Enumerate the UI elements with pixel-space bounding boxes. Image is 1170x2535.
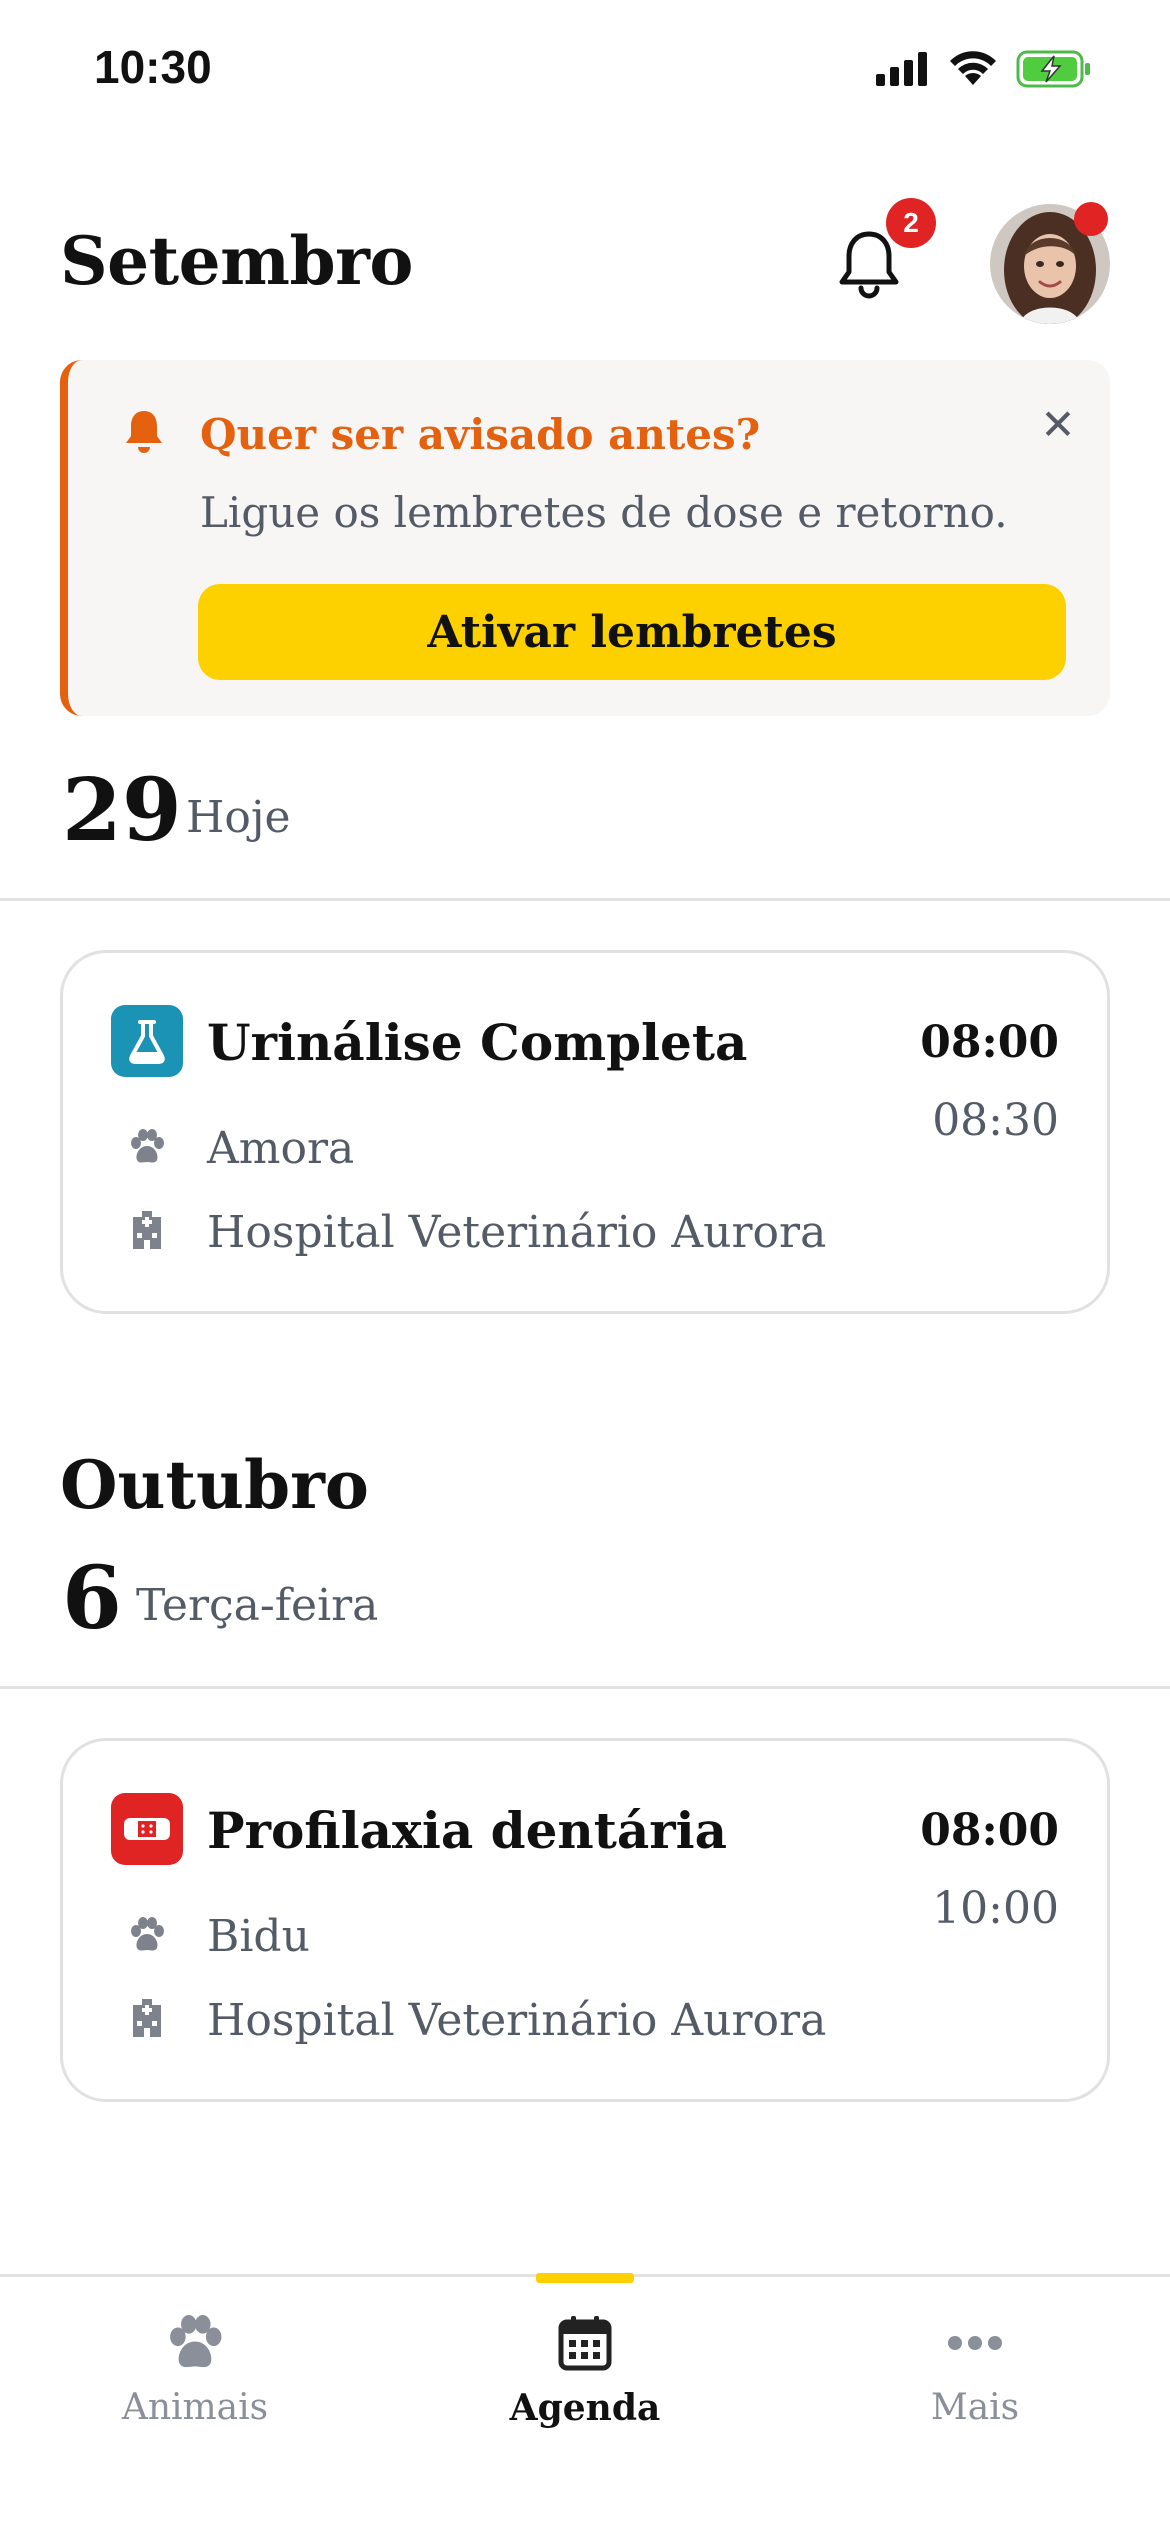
tab-label: Mais — [930, 2387, 1020, 2428]
event-place: Hospital Veterinário Aurora — [207, 1995, 827, 2046]
wifi-icon — [950, 51, 996, 85]
event-title: Profilaxia dentária — [207, 1801, 727, 1860]
tab-label: Animais — [121, 2387, 269, 2428]
flask-icon — [111, 1005, 183, 1077]
event-pet: Amora — [207, 1123, 355, 1174]
avatar-status-dot — [1074, 202, 1108, 236]
event-start-time: 08:00 — [920, 1017, 1059, 1068]
battery-charging-icon — [1016, 50, 1090, 88]
bell-icon — [122, 408, 166, 456]
paw-icon — [127, 1127, 167, 1167]
event-card[interactable]: Urinálise Completa 08:00 08:30 Amora Hos… — [60, 950, 1110, 1314]
tab-label: Agenda — [509, 2387, 661, 2429]
notification-badge: 2 — [886, 198, 936, 248]
day-label: Hoje — [186, 792, 291, 843]
tab-mais[interactable]: Mais — [780, 2277, 1170, 2477]
reminder-banner: Quer ser avisado antes? Ligue os lembret… — [60, 360, 1110, 716]
event-title: Urinálise Completa — [207, 1013, 748, 1072]
calendar-icon — [553, 2311, 617, 2375]
tab-agenda[interactable]: Agenda — [390, 2273, 780, 2477]
activate-reminders-button[interactable]: Ativar lembretes — [198, 584, 1066, 680]
event-end-time: 08:30 — [932, 1095, 1059, 1146]
close-icon[interactable]: ✕ — [1036, 400, 1080, 449]
paw-icon — [163, 2311, 227, 2375]
paw-icon — [127, 1915, 167, 1955]
event-start-time: 08:00 — [920, 1805, 1059, 1856]
bandage-icon — [111, 1793, 183, 1865]
day-number: 29 — [62, 760, 182, 861]
divider — [0, 898, 1170, 901]
tab-animais[interactable]: Animais — [0, 2277, 390, 2477]
hospital-building-icon — [127, 1209, 167, 1249]
event-card[interactable]: Profilaxia dentária 08:00 10:00 Bidu Hos… — [60, 1738, 1110, 2102]
cellular-signal-icon — [876, 52, 927, 86]
event-place: Hospital Veterinário Aurora — [207, 1207, 827, 1258]
hospital-building-icon — [127, 1997, 167, 2037]
divider — [0, 1686, 1170, 1689]
banner-text: Ligue os lembretes de dose e retorno. — [200, 488, 1008, 537]
banner-title: Quer ser avisado antes? — [200, 410, 761, 459]
status-time: 10:30 — [94, 41, 212, 93]
section-month-title: Outubro — [60, 1446, 369, 1524]
page-title: Setembro — [60, 222, 413, 300]
active-tab-indicator — [536, 2273, 634, 2283]
day-number: 6 — [62, 1548, 122, 1649]
tab-bar: Animais Agenda Mais — [0, 2273, 1170, 2535]
more-icon — [943, 2311, 1007, 2375]
day-label: Terça-feira — [136, 1580, 379, 1631]
event-end-time: 10:00 — [932, 1883, 1059, 1934]
event-pet: Bidu — [207, 1911, 310, 1962]
status-icons — [876, 50, 1092, 88]
